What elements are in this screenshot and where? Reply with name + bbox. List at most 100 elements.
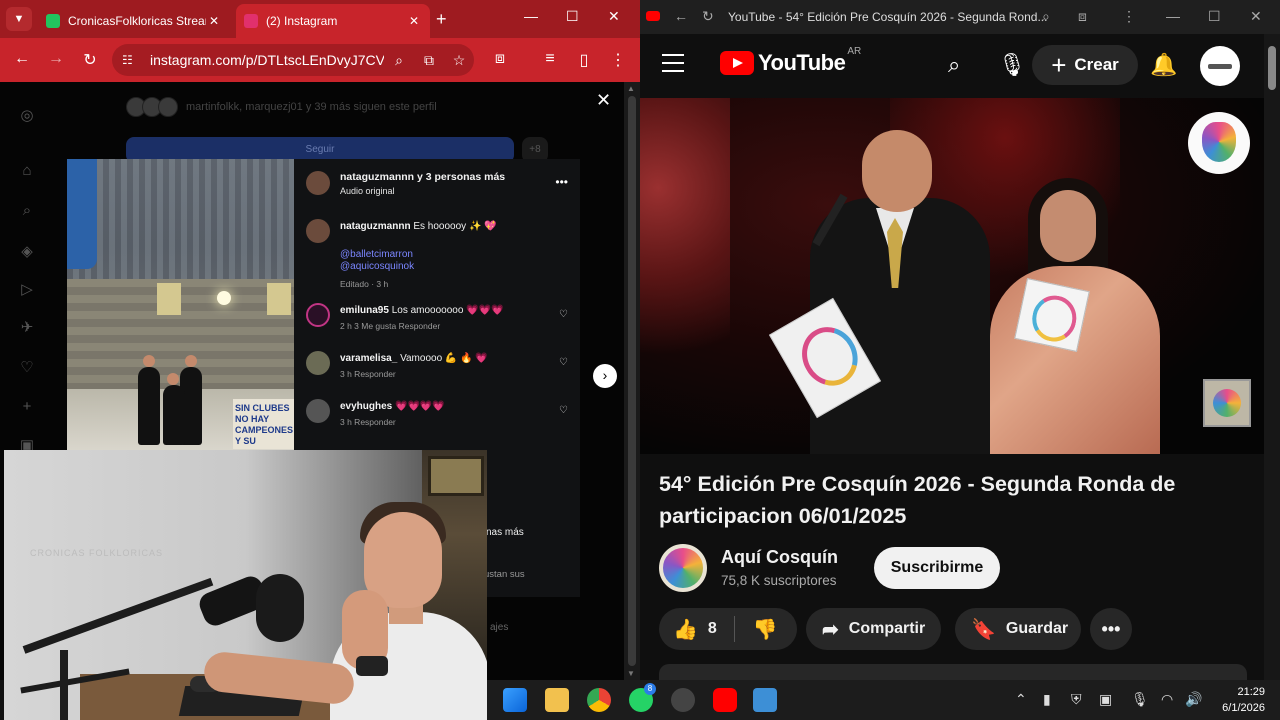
avatar[interactable] xyxy=(306,351,330,375)
page-scrollbar[interactable]: ▲ ▼ xyxy=(624,82,640,680)
close-icon[interactable]: ✕ xyxy=(596,90,611,111)
minimize-icon[interactable]: — xyxy=(1166,8,1180,24)
comment-user[interactable]: evyhughes xyxy=(340,401,392,412)
menu-kebab-icon[interactable]: ⋮ xyxy=(1122,8,1136,25)
back-icon[interactable]: ← xyxy=(12,50,32,68)
address-bar[interactable]: ☷ instagram.com/p/DTLtscLEnDvyJ7CV... ⌕ … xyxy=(112,44,474,76)
extensions-icon[interactable]: ⧈ xyxy=(490,50,510,68)
instagram-logo-icon[interactable]: ◎ xyxy=(18,106,36,124)
media-controls-icon[interactable]: ≡ xyxy=(540,50,560,68)
avatar[interactable] xyxy=(306,219,330,243)
avatar[interactable] xyxy=(306,303,330,327)
side-panel-icon[interactable]: ▯ xyxy=(574,50,594,70)
post-author[interactable]: nataguzmannn y 3 personas más xyxy=(340,171,505,183)
site-info-icon[interactable]: ☷ xyxy=(122,53,140,67)
tab-cronicas[interactable]: CronicasFolkloricas Stream ✕ xyxy=(38,4,230,38)
like-heart-icon[interactable]: ♡ xyxy=(559,357,568,368)
show-hidden-icons-icon[interactable]: ⌃ xyxy=(1015,691,1027,708)
create-button[interactable]: + Crear xyxy=(1032,45,1138,85)
messages-icon[interactable]: ✈ xyxy=(18,318,36,336)
comment-meta[interactable]: 3 h Responder xyxy=(340,369,396,379)
close-window-icon[interactable]: ✕ xyxy=(1250,8,1262,25)
avatar[interactable] xyxy=(306,399,330,423)
scroll-up-icon[interactable]: ▲ xyxy=(627,84,635,93)
like-heart-icon[interactable]: ♡ xyxy=(559,405,568,416)
install-app-icon[interactable]: ⧉ xyxy=(414,52,444,69)
wifi-icon[interactable]: ◠ xyxy=(1161,691,1173,708)
window-light xyxy=(157,283,181,315)
close-window-icon[interactable]: ✕ xyxy=(608,8,620,25)
scrollbar-thumb[interactable] xyxy=(1268,46,1276,90)
extensions-icon[interactable]: ⧈ xyxy=(1078,8,1087,25)
avatar[interactable] xyxy=(306,171,330,195)
youtube-logo[interactable]: YouTube AR xyxy=(720,46,861,76)
zoom-icon[interactable]: ⌕ xyxy=(1042,8,1050,25)
photos-app-icon[interactable] xyxy=(753,688,777,712)
microphone-icon[interactable]: 🎙 xyxy=(998,52,1026,78)
page-scrollbar[interactable] xyxy=(1264,34,1280,680)
messages-label[interactable]: ajes xyxy=(490,622,508,633)
scrollbar-thumb[interactable] xyxy=(628,96,636,666)
bookmark-star-icon[interactable]: ☆ xyxy=(444,52,474,69)
like-heart-icon[interactable]: ♡ xyxy=(559,309,568,320)
channel-watermark[interactable] xyxy=(1203,379,1251,427)
subscribe-button[interactable]: Suscribirme xyxy=(874,547,1000,589)
zoom-icon[interactable]: ⌕ xyxy=(384,52,414,69)
comment-meta[interactable]: 3 h Responder xyxy=(340,417,396,427)
back-icon[interactable]: ← xyxy=(674,8,688,24)
reload-icon[interactable]: ↻ xyxy=(80,50,100,70)
close-tab-icon[interactable]: ✕ xyxy=(206,14,222,28)
security-shield-icon[interactable]: ⛨ xyxy=(1071,691,1082,708)
channel-avatar[interactable] xyxy=(659,544,707,592)
next-post-icon[interactable]: › xyxy=(593,364,617,388)
caption-user[interactable]: nataguzmannn xyxy=(340,221,411,232)
new-tab-icon[interactable]: + xyxy=(436,9,447,30)
reels-icon[interactable]: ▷ xyxy=(18,280,36,298)
youtube-app-icon[interactable] xyxy=(713,688,737,712)
home-icon[interactable]: ⌂ xyxy=(18,162,36,180)
more-actions-button[interactable]: ••• xyxy=(1090,608,1132,650)
comment-meta[interactable]: 2 h 3 Me gusta Responder xyxy=(340,321,440,331)
comment-user[interactable]: varamelisa_ xyxy=(340,353,397,364)
save-button[interactable]: 🔖 Guardar xyxy=(955,608,1081,650)
volume-icon[interactable]: 🔊 xyxy=(1185,691,1202,708)
search-icon[interactable]: ⌕ xyxy=(948,52,960,78)
create-icon[interactable]: + xyxy=(18,398,36,416)
post-video[interactable]: SIN CLUBES NO HAY CAMPEONES Y SU xyxy=(67,159,294,450)
chrome-icon[interactable] xyxy=(587,688,611,712)
notifications-bell-icon[interactable]: 🔔 xyxy=(1150,52,1177,78)
notifications-icon[interactable]: ♡ xyxy=(18,358,36,376)
mention-link[interactable]: @aquicosquinok xyxy=(340,261,414,272)
scroll-down-icon[interactable]: ▼ xyxy=(627,669,635,678)
search-icon[interactable]: ⌕ xyxy=(18,202,36,220)
file-explorer-icon[interactable] xyxy=(545,688,569,712)
close-tab-icon[interactable]: ✕ xyxy=(406,14,422,28)
usb-icon[interactable]: ▮ xyxy=(1043,691,1051,708)
maximize-icon[interactable]: ☐ xyxy=(566,8,579,25)
account-avatar[interactable] xyxy=(1200,46,1240,86)
description-box[interactable] xyxy=(659,664,1247,680)
forward-icon[interactable]: → xyxy=(46,50,66,68)
comment-user[interactable]: emiluna95 xyxy=(340,305,389,316)
audio-label[interactable]: Audio original xyxy=(340,186,395,196)
tab-instagram[interactable]: (2) Instagram ✕ xyxy=(236,4,430,38)
tab-search-button[interactable]: ▼ xyxy=(6,7,32,31)
share-button[interactable]: ➦ Compartir xyxy=(806,608,942,650)
more-options-icon[interactable]: ••• xyxy=(555,175,568,189)
channel-name[interactable]: Aquí Cosquín xyxy=(721,547,838,568)
system-clock[interactable]: 21:29 6/1/2026 xyxy=(1209,684,1265,716)
maximize-icon[interactable]: ☐ xyxy=(1208,8,1221,25)
menu-kebab-icon[interactable]: ⋮ xyxy=(608,50,628,70)
mention-link[interactable]: @balletcimarron xyxy=(340,249,413,260)
dislike-button[interactable]: 👎 xyxy=(735,617,795,642)
obs-icon[interactable] xyxy=(671,688,695,712)
start-icon[interactable] xyxy=(503,688,527,712)
microphone-icon[interactable]: 🎙 xyxy=(1131,691,1149,708)
hamburger-menu-icon[interactable] xyxy=(662,54,684,72)
reload-icon[interactable]: ↻ xyxy=(702,8,714,25)
explore-icon[interactable]: ◈ xyxy=(18,242,36,260)
app-tray-icon[interactable]: ▣ xyxy=(1099,691,1112,708)
minimize-icon[interactable]: — xyxy=(524,8,538,24)
like-button[interactable]: 👍 8 xyxy=(659,616,735,642)
video-player[interactable] xyxy=(640,98,1264,454)
